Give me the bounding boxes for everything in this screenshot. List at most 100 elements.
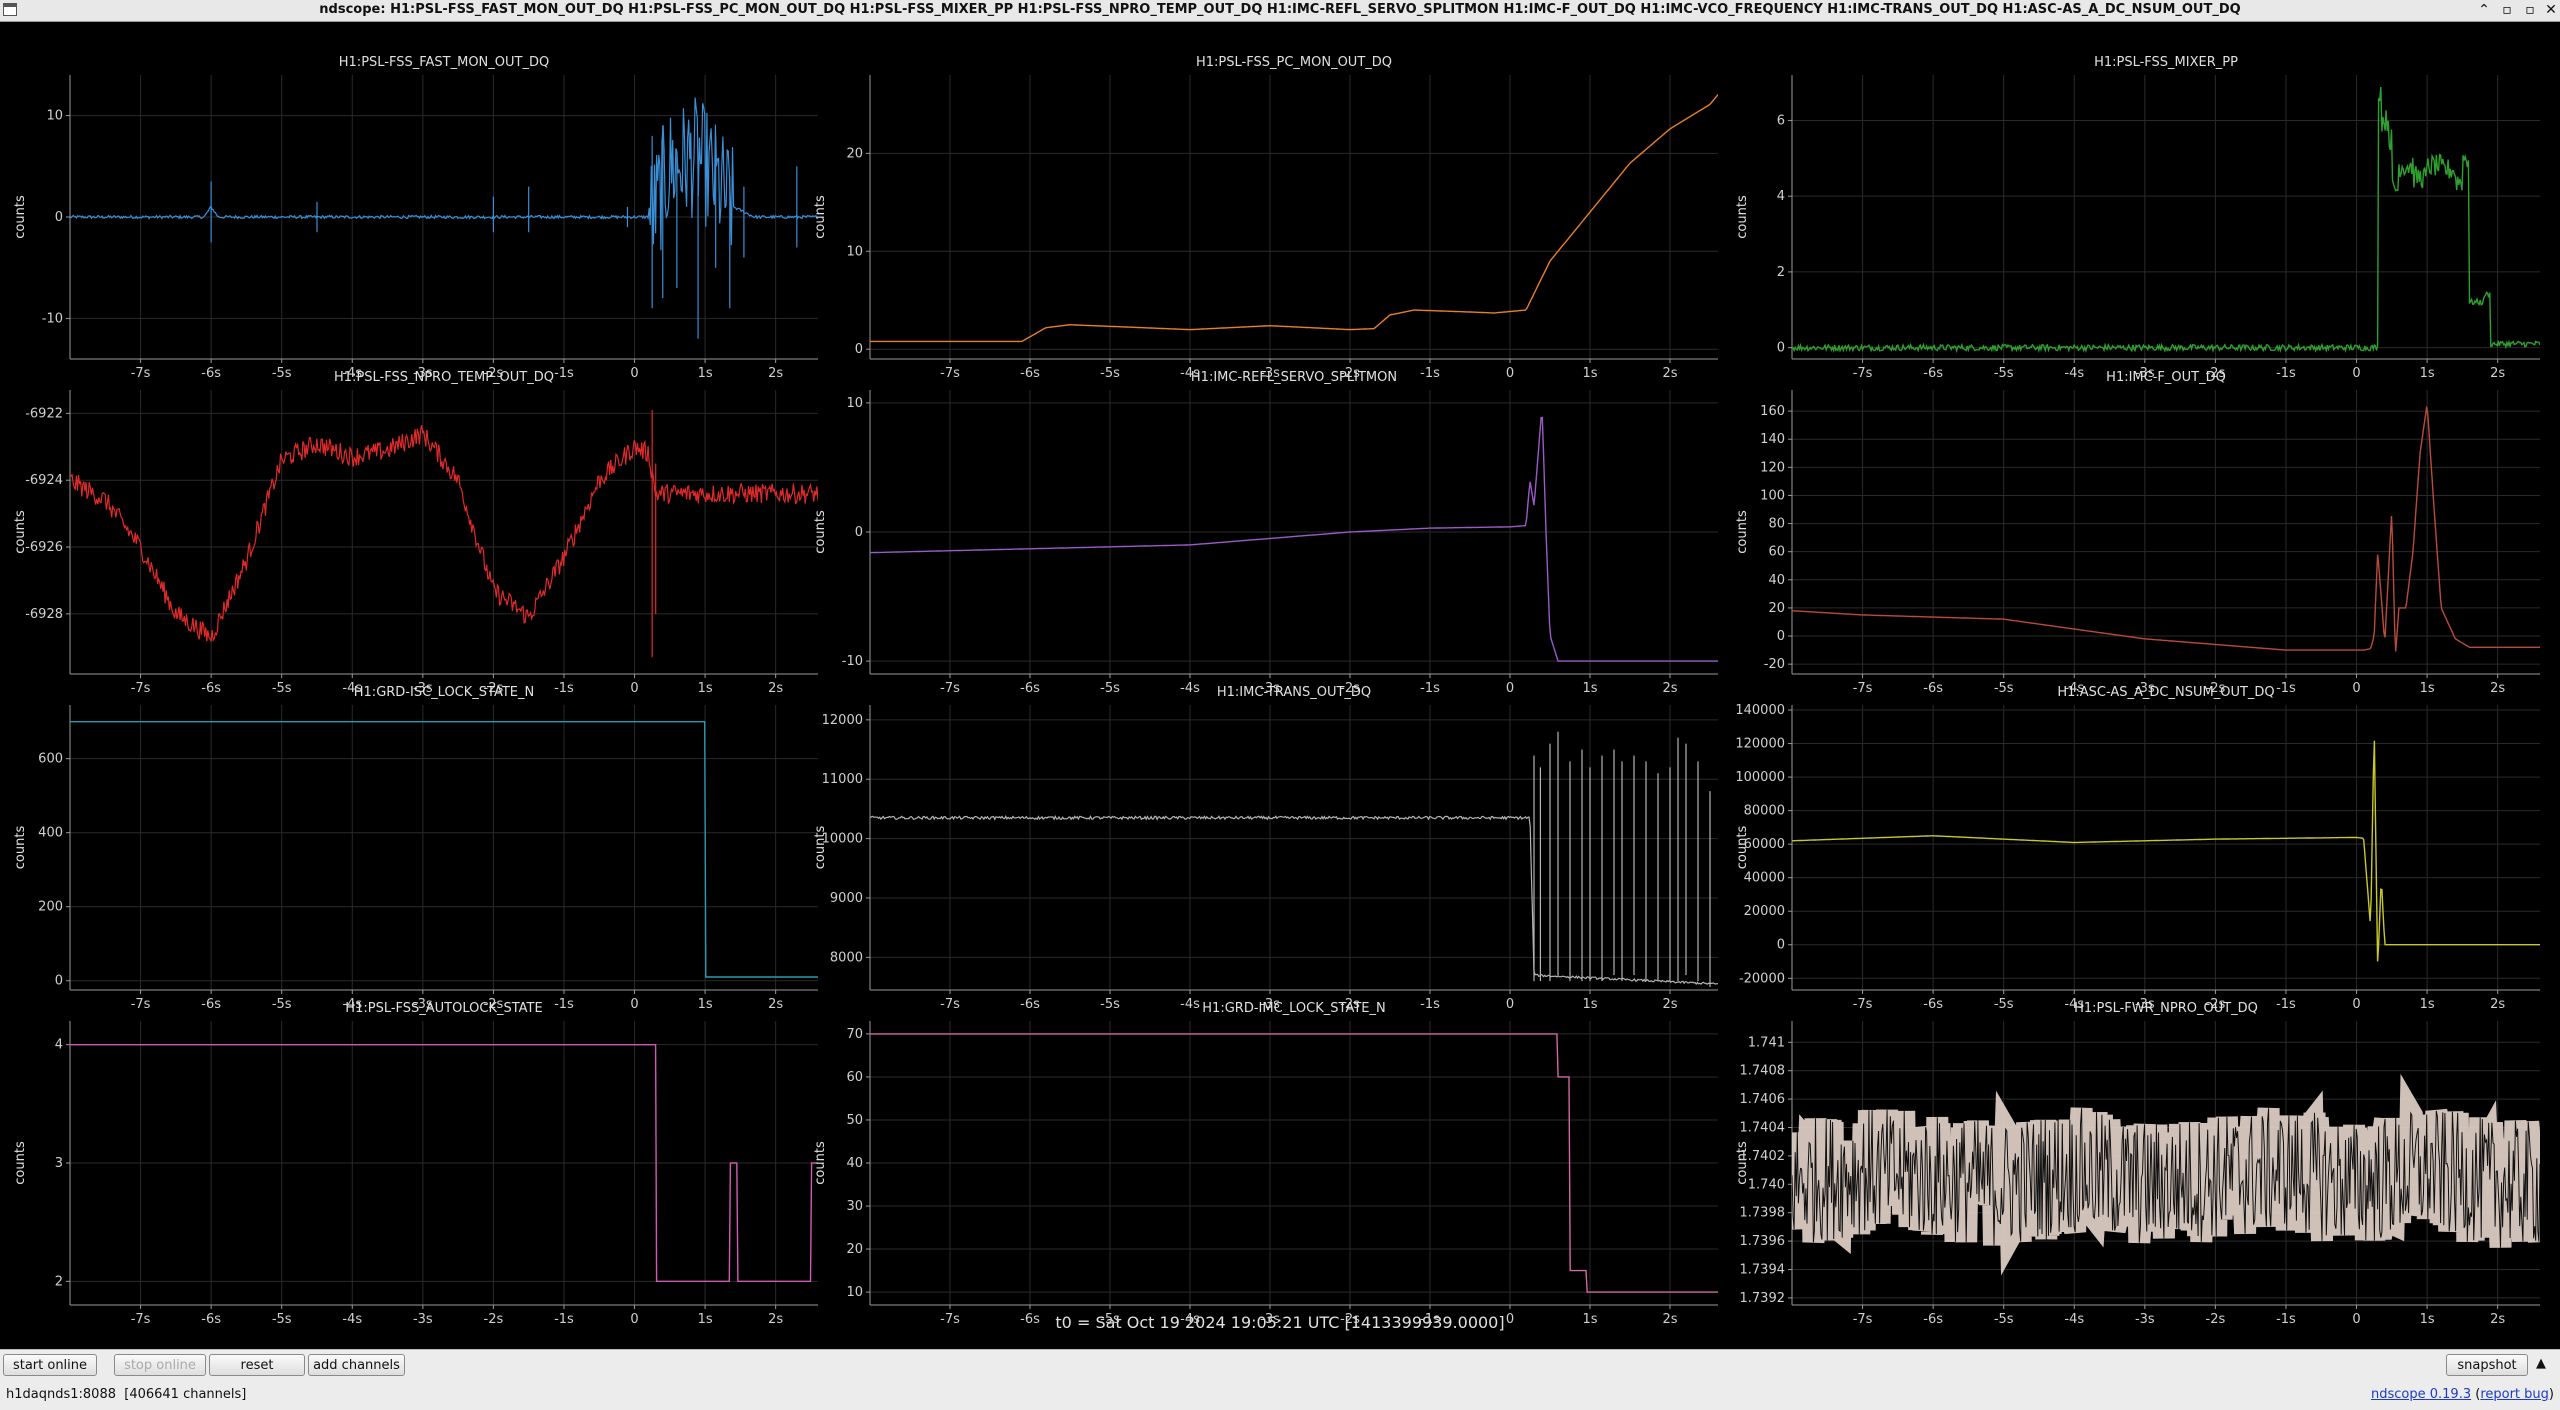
x-tick-label: -7s bbox=[131, 366, 151, 381]
y-tick-label: 1.7392 bbox=[1740, 1291, 1786, 1306]
y-tick-label: 10 bbox=[846, 244, 863, 259]
y-tick-label: 60 bbox=[846, 1070, 863, 1085]
plot-series bbox=[70, 97, 818, 339]
y-tick-label: -6928 bbox=[25, 607, 63, 622]
y-tick-label: -6924 bbox=[25, 473, 63, 488]
plot-panel[interactable]: H1:IMC-TRANS_OUT_DQcounts-7s -6s -5s -4s -3s… bbox=[813, 685, 1718, 1012]
plot-panel[interactable]: H1:GRD-ISC_LOCK_STATE_Ncounts-7s -6s -5s -4… bbox=[13, 685, 818, 1012]
x-tick-label: -7s bbox=[1853, 1312, 1873, 1327]
y-tick-label: 80 bbox=[1768, 517, 1785, 532]
x-tick-label: -6s bbox=[1923, 681, 1943, 696]
y-tick-label: 1.7408 bbox=[1740, 1064, 1786, 1079]
status-bar-version: ndscope 0.19.3 (report bug) bbox=[2370, 1387, 2554, 1402]
y-tick-label: 50 bbox=[846, 1113, 863, 1128]
plot-panel[interactable]: H1:PSL-FSS_NPRO_TEMP_OUT_DQcounts-7s -6s -… bbox=[13, 370, 818, 696]
plot-panel[interactable]: H1:PSL-FSS_PC_MON_OUT_DQcounts -7s -6s -5s -… bbox=[813, 55, 1718, 381]
x-tick-label: 0 bbox=[1506, 1312, 1514, 1327]
x-tick-label: -6s bbox=[1020, 997, 1040, 1012]
snapshot-button[interactable]: snapshot bbox=[2446, 1354, 2528, 1376]
plot-title: H1:IMC-F_OUT_DQ bbox=[2106, 370, 2226, 385]
y-tick-label: 140 bbox=[1760, 432, 1785, 447]
x-tick-label: -7s bbox=[131, 1312, 151, 1327]
x-tick-label: 2s bbox=[768, 366, 783, 381]
y-tick-label: 1.7398 bbox=[1740, 1206, 1786, 1221]
x-tick-label: 1s bbox=[1582, 1312, 1597, 1327]
x-tick-label: -7s bbox=[1853, 997, 1873, 1012]
series-line bbox=[870, 416, 1718, 662]
y-tick-label: 1.7406 bbox=[1740, 1092, 1786, 1107]
y-tick-label: 2 bbox=[55, 1274, 63, 1289]
x-tick-label: 0 bbox=[630, 681, 638, 696]
version-link[interactable]: ndscope 0.19.3 bbox=[2371, 1387, 2471, 1402]
x-tick-label: 1s bbox=[2420, 1312, 2435, 1327]
series-line bbox=[870, 94, 1718, 343]
plot-series bbox=[70, 721, 818, 978]
x-tick-label: -3s bbox=[2135, 1312, 2155, 1327]
x-tick-label: -7s bbox=[940, 997, 960, 1012]
toggle-controls-icon[interactable]: ▲ bbox=[2536, 1356, 2546, 1371]
x-tick-label: 2s bbox=[768, 997, 783, 1012]
y-axis-label: counts bbox=[13, 1141, 28, 1185]
stop-online-button[interactable]: stop online bbox=[114, 1354, 206, 1376]
x-tick-label: -6s bbox=[1020, 681, 1040, 696]
y-tick-label: 1.7394 bbox=[1740, 1263, 1786, 1278]
y-tick-label: 120 bbox=[1760, 460, 1785, 475]
plot-panel[interactable]: H1:PSL-FWR_NPRO_OUT_DQcounts-7s -6s -5s -4s… bbox=[1735, 1001, 2540, 1327]
plot-panel[interactable]: H1:GRD-IMC_LOCK_STATE_Ncounts -7s -6s -5s -4… bbox=[813, 1001, 1718, 1327]
x-tick-label: -1s bbox=[1420, 1312, 1440, 1327]
y-tick-label: 4 bbox=[1777, 189, 1785, 204]
x-tick-label: -5s bbox=[272, 1312, 292, 1327]
plot-series bbox=[70, 410, 818, 658]
x-tick-label: -4s bbox=[1180, 997, 1200, 1012]
plot-title: H1:PSL-FSS_MIXER_PP bbox=[2094, 55, 2238, 70]
report-bug-link[interactable]: report bug bbox=[2480, 1387, 2549, 1402]
x-tick-label: 1s bbox=[1582, 997, 1597, 1012]
plot-panel[interactable]: H1:PSL-FSS_FAST_MON_OUT_DQcounts -7s -6s -5… bbox=[13, 55, 818, 381]
plot-series bbox=[870, 731, 1718, 988]
x-tick-label: -7s bbox=[940, 1312, 960, 1327]
x-tick-label: -6s bbox=[1923, 997, 1943, 1012]
y-tick-label: 9000 bbox=[830, 891, 863, 906]
minimize-icon[interactable]: ⌃ bbox=[2475, 1, 2493, 19]
y-tick-label: 0 bbox=[1777, 629, 1785, 644]
maximize-icon[interactable]: ▫ bbox=[2498, 1, 2516, 19]
y-tick-label: 4 bbox=[55, 1038, 63, 1053]
y-tick-label: 70 bbox=[846, 1027, 863, 1042]
x-tick-label: -7s bbox=[131, 997, 151, 1012]
plot-panel[interactable]: H1:IMC-F_OUT_DQcounts-7s -6s -5s -4s -3s -2s -… bbox=[1735, 370, 2540, 696]
plot-panel[interactable]: H1:ASC-AS_A_DC_NSUM_OUT_DQcounts-7s -6s -5… bbox=[1735, 685, 2540, 1012]
series-line bbox=[1792, 406, 2540, 652]
y-tick-label: 0 bbox=[55, 210, 63, 225]
x-tick-label: 0 bbox=[2352, 997, 2360, 1012]
series-line bbox=[70, 97, 818, 251]
y-tick-label: 1.7404 bbox=[1740, 1121, 1786, 1136]
plot-title: H1:PSL-FWR_NPRO_OUT_DQ bbox=[2074, 1001, 2258, 1016]
x-tick-label: 0 bbox=[2352, 1312, 2360, 1327]
close-icon[interactable]: ✕ bbox=[2542, 1, 2560, 19]
window-titlebar: ndscope: H1:PSL-FSS_FAST_MON_OUT_DQ H1:P… bbox=[0, 0, 2560, 22]
plot-panel[interactable]: H1:IMC-REFL_SERVO_SPLITMONcounts -7s -6s -5… bbox=[813, 370, 1718, 696]
add-channels-button[interactable]: add channels bbox=[308, 1354, 405, 1376]
x-tick-label: -6s bbox=[201, 366, 221, 381]
x-tick-label: 0 bbox=[1506, 366, 1514, 381]
x-tick-label: 0 bbox=[1506, 681, 1514, 696]
y-tick-label: 80000 bbox=[1744, 804, 1785, 819]
series-line bbox=[1792, 740, 2540, 962]
plot-area[interactable]: t0 = Sat Oct 19 2024 19:05:21 UTC [14133… bbox=[0, 22, 2560, 1348]
x-tick-label: -5s bbox=[1994, 366, 2014, 381]
x-tick-label: -7s bbox=[131, 681, 151, 696]
plot-title: H1:PSL-FSS_FAST_MON_OUT_DQ bbox=[339, 55, 549, 70]
y-tick-label: 40000 bbox=[1744, 871, 1785, 886]
y-tick-label: 10 bbox=[46, 109, 63, 124]
plot-title: H1:PSL-FSS_NPRO_TEMP_OUT_DQ bbox=[334, 370, 554, 385]
x-tick-label: -6s bbox=[1020, 366, 1040, 381]
y-tick-label: -10 bbox=[842, 654, 863, 669]
y-tick-label: 12000 bbox=[822, 713, 863, 728]
restore-icon[interactable]: ▫ bbox=[2521, 1, 2539, 19]
x-tick-label: 0 bbox=[630, 1312, 638, 1327]
reset-button[interactable]: reset bbox=[209, 1354, 305, 1376]
x-tick-label: -4s bbox=[1180, 681, 1200, 696]
start-online-button[interactable]: start online bbox=[3, 1354, 97, 1376]
plot-panel[interactable]: H1:PSL-FSS_AUTOLOCK_STATEcounts -7s -6s -5s… bbox=[13, 1001, 818, 1327]
plot-panel[interactable]: H1:PSL-FSS_MIXER_PPcounts-7s -6s -5s -4s -3s… bbox=[1735, 55, 2540, 381]
